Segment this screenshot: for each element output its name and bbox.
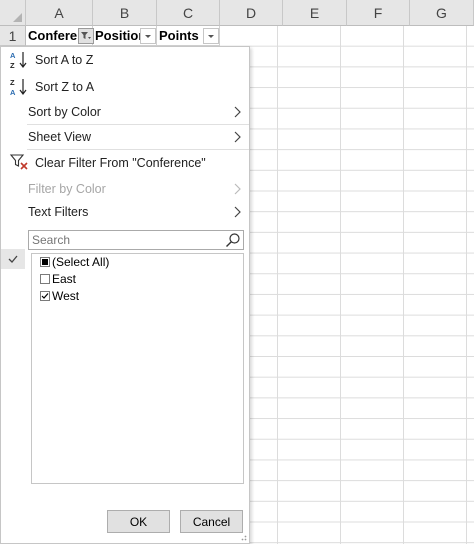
column-header-a[interactable]: A — [26, 0, 93, 26]
list-item-label: West — [52, 289, 80, 303]
row-label: 1 — [8, 27, 17, 44]
filter-dropdown-icon — [81, 32, 91, 39]
menu-item-label: Filter by Color — [28, 182, 106, 196]
cell-text: Conferen — [28, 28, 86, 43]
menu-item-sort-z-to-a[interactable]: Z A Sort Z to A — [1, 73, 249, 101]
cancel-button[interactable]: Cancel — [180, 510, 243, 533]
svg-text:A: A — [10, 51, 16, 60]
column-header-f[interactable]: F — [347, 0, 410, 26]
resize-grip-icon[interactable] — [239, 533, 247, 541]
check-icon — [8, 255, 18, 263]
menu-item-label: Clear Filter From "Conference" — [35, 156, 206, 170]
list-item-west[interactable]: West — [40, 288, 79, 304]
svg-text:A: A — [10, 88, 16, 97]
east-checkbox[interactable] — [40, 274, 50, 284]
row-header-1[interactable]: 1 — [0, 26, 26, 46]
filter-button-points[interactable] — [203, 28, 219, 44]
column-header-c[interactable]: C — [157, 0, 220, 26]
menu-item-label: Sort by Color — [28, 105, 101, 119]
svg-text:Z: Z — [10, 78, 15, 87]
search-box[interactable] — [28, 230, 244, 250]
menu-item-text-filters[interactable]: Text Filters — [1, 200, 249, 224]
list-item-select-all[interactable]: (Select All) — [40, 254, 109, 270]
menu-item-label: Sheet View — [28, 130, 92, 144]
search-input[interactable] — [29, 231, 223, 249]
chevron-right-icon — [234, 206, 241, 218]
list-item-label: East — [52, 272, 77, 286]
column-label: E — [309, 4, 320, 21]
cell-text: Position — [95, 28, 147, 43]
menu-item-sheet-view[interactable]: Sheet View — [1, 125, 249, 149]
autofilter-menu: A Z Sort A to Z Z A Sort Z to A Sort by … — [0, 46, 250, 544]
dropdown-arrow-icon — [208, 35, 214, 38]
chevron-right-icon — [234, 183, 241, 195]
select-all-checkbox[interactable] — [40, 257, 50, 267]
select-all-corner[interactable] — [0, 0, 26, 26]
clear-filter-icon — [9, 154, 28, 170]
button-label: OK — [129, 514, 148, 529]
column-header-e[interactable]: E — [283, 0, 347, 26]
menu-item-sort-a-to-z[interactable]: A Z Sort A to Z — [1, 47, 249, 73]
menu-item-sort-by-color[interactable]: Sort by Color — [1, 100, 249, 124]
west-checkbox[interactable] — [40, 291, 50, 301]
ok-button[interactable]: OK — [107, 510, 170, 533]
filter-value-list[interactable]: (Select All) East West — [31, 253, 244, 484]
button-label: Cancel — [192, 514, 231, 529]
menu-separator — [27, 149, 249, 150]
filter-button-conference[interactable] — [78, 28, 94, 44]
column-header-g[interactable]: G — [410, 0, 474, 26]
column-label: B — [119, 4, 130, 21]
svg-text:Z: Z — [10, 61, 15, 70]
column-label: C — [182, 4, 194, 21]
column-label: A — [54, 4, 64, 21]
column-header-d[interactable]: D — [220, 0, 283, 26]
list-item-east[interactable]: East — [40, 271, 76, 287]
check-icon — [41, 293, 49, 299]
menu-item-filter-by-color: Filter by Color — [1, 177, 249, 201]
chevron-right-icon — [234, 106, 241, 118]
column-label: F — [373, 4, 383, 21]
list-item-label: (Select All) — [52, 255, 110, 269]
column-label: D — [245, 4, 257, 21]
column-label: G — [436, 4, 447, 21]
chevron-right-icon — [234, 131, 241, 143]
search-icon — [226, 233, 240, 247]
filter-applied-indicator — [1, 249, 25, 269]
menu-item-label: Sort Z to A — [35, 80, 95, 94]
column-header-b[interactable]: B — [93, 0, 157, 26]
cell-text: Points — [159, 28, 199, 43]
menu-item-label: Sort A to Z — [35, 53, 94, 67]
menu-item-clear-filter[interactable]: Clear Filter From "Conference" — [1, 151, 249, 175]
sort-ascending-icon: A Z — [10, 51, 27, 70]
filter-button-position[interactable] — [140, 28, 156, 44]
sort-descending-icon: Z A — [10, 78, 27, 97]
dropdown-arrow-icon — [145, 35, 151, 38]
menu-item-label: Text Filters — [28, 205, 89, 219]
